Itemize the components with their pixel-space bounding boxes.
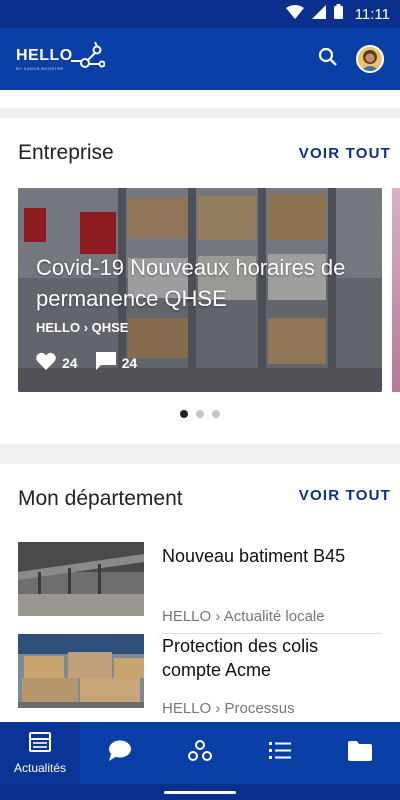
logo-tagline: BY KUDOS BOOSTER (16, 65, 64, 71)
list-item[interactable]: Protection des colis compte Acme HELLO ›… (18, 634, 400, 722)
likes-count: 24 (62, 354, 78, 371)
article-breadcrumb: HELLO › Actualité locale (162, 608, 325, 625)
chevron-right-icon: › (83, 320, 92, 335)
bottom-navigation: Actualités (0, 722, 400, 784)
app-bar: HELLO BY KUDOS BOOSTER (0, 28, 400, 90)
carousel-dots (0, 410, 400, 418)
news-icon (29, 731, 51, 757)
search-icon (318, 47, 338, 72)
news-carousel[interactable]: Covid-19 Nouveaux horaires de permanence… (18, 188, 400, 392)
tab-messages[interactable] (80, 722, 160, 784)
comments-count: 24 (121, 354, 138, 371)
wifi-icon (285, 4, 304, 24)
carousel-dot[interactable] (212, 410, 220, 418)
logo-text: HELLO (16, 46, 73, 64)
avatar[interactable] (356, 45, 384, 73)
section-title: Mon département (18, 487, 183, 510)
article-breadcrumb: HELLO › Processus (162, 700, 295, 717)
article-thumbnail (18, 542, 144, 616)
list-item[interactable]: Nouveau batiment B45 HELLO › Actualité l… (18, 542, 400, 634)
chat-icon (108, 740, 132, 767)
section-entreprise: Entreprise VOIR TOUT Covid-19 Nouveaux h… (0, 118, 400, 444)
slide-breadcrumb: HELLO › QHSE (36, 320, 129, 335)
see-all-entreprise-link[interactable]: VOIR TOUT (299, 145, 391, 162)
chevron-right-icon: › (215, 700, 225, 717)
tab-label: Actualités (13, 760, 67, 775)
home-handle[interactable] (164, 791, 236, 794)
list-icon (269, 741, 291, 765)
signal-icon (311, 4, 326, 24)
section-title: Entreprise (18, 141, 114, 164)
next-slide-preview[interactable] (392, 188, 400, 392)
article-thumbnail (18, 634, 144, 708)
section-department: Mon département VOIR TOUT Nouveau batime… (0, 464, 400, 722)
tab-list[interactable] (240, 722, 320, 784)
like-button[interactable]: 24 (36, 352, 78, 373)
comment-button[interactable]: 24 (95, 352, 138, 373)
search-button[interactable] (308, 39, 348, 79)
system-gesture-bar (0, 784, 400, 800)
network-logo-icon (70, 41, 106, 78)
article-title: Protection des colis compte Acme (162, 636, 319, 680)
comment-icon (95, 352, 116, 373)
groups-icon (188, 739, 212, 767)
status-time: 11:11 (354, 5, 390, 23)
news-feed[interactable]: Entreprise VOIR TOUT Covid-19 Nouveaux h… (0, 90, 400, 722)
tab-groups[interactable] (160, 722, 240, 784)
slide-stats: 24 24 (36, 352, 137, 373)
carousel-slide[interactable]: Covid-19 Nouveaux horaires de permanence… (18, 188, 382, 392)
tab-documents[interactable] (320, 722, 400, 784)
slide-title: Covid-19 Nouveaux horaires de permanence… (36, 255, 346, 311)
status-bar: 11:11 (0, 0, 400, 28)
tab-actualites[interactable]: Actualités (0, 722, 80, 784)
heart-icon (36, 352, 56, 373)
folder-icon (348, 740, 372, 766)
carousel-dot[interactable] (180, 410, 188, 418)
see-all-department-link[interactable]: VOIR TOUT (299, 487, 391, 504)
chevron-right-icon: › (215, 608, 224, 625)
app-logo[interactable]: HELLO BY KUDOS BOOSTER (16, 41, 106, 78)
carousel-dot[interactable] (196, 410, 204, 418)
article-title: Nouveau batiment B45 (162, 546, 346, 566)
battery-icon (333, 4, 343, 24)
